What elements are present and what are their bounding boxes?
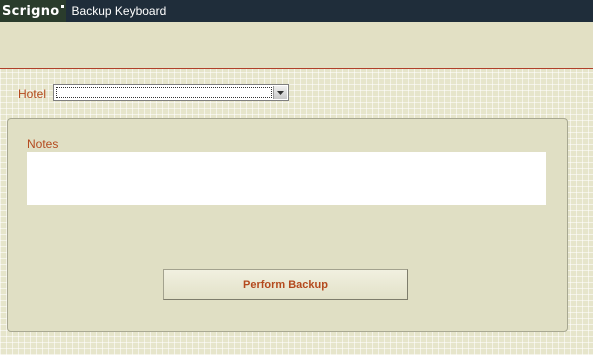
hotel-select[interactable] [53, 84, 289, 101]
notes-field[interactable] [27, 152, 546, 205]
perform-backup-button-label: Perform Backup [243, 278, 328, 291]
window-title: Backup Keyboard [71, 4, 167, 18]
app-logo-text: Scrigno [2, 3, 60, 19]
header-band [0, 22, 593, 69]
notes-label: Notes [27, 137, 59, 151]
hotel-label: Hotel [18, 87, 47, 101]
app-logo: Scrigno [0, 0, 66, 22]
dropdown-button[interactable] [273, 86, 287, 99]
hotel-select-value [56, 87, 272, 98]
title-bar: Scrigno Backup Keyboard [0, 0, 593, 22]
chevron-down-icon [277, 90, 284, 95]
perform-backup-button[interactable]: Perform Backup [163, 269, 408, 300]
